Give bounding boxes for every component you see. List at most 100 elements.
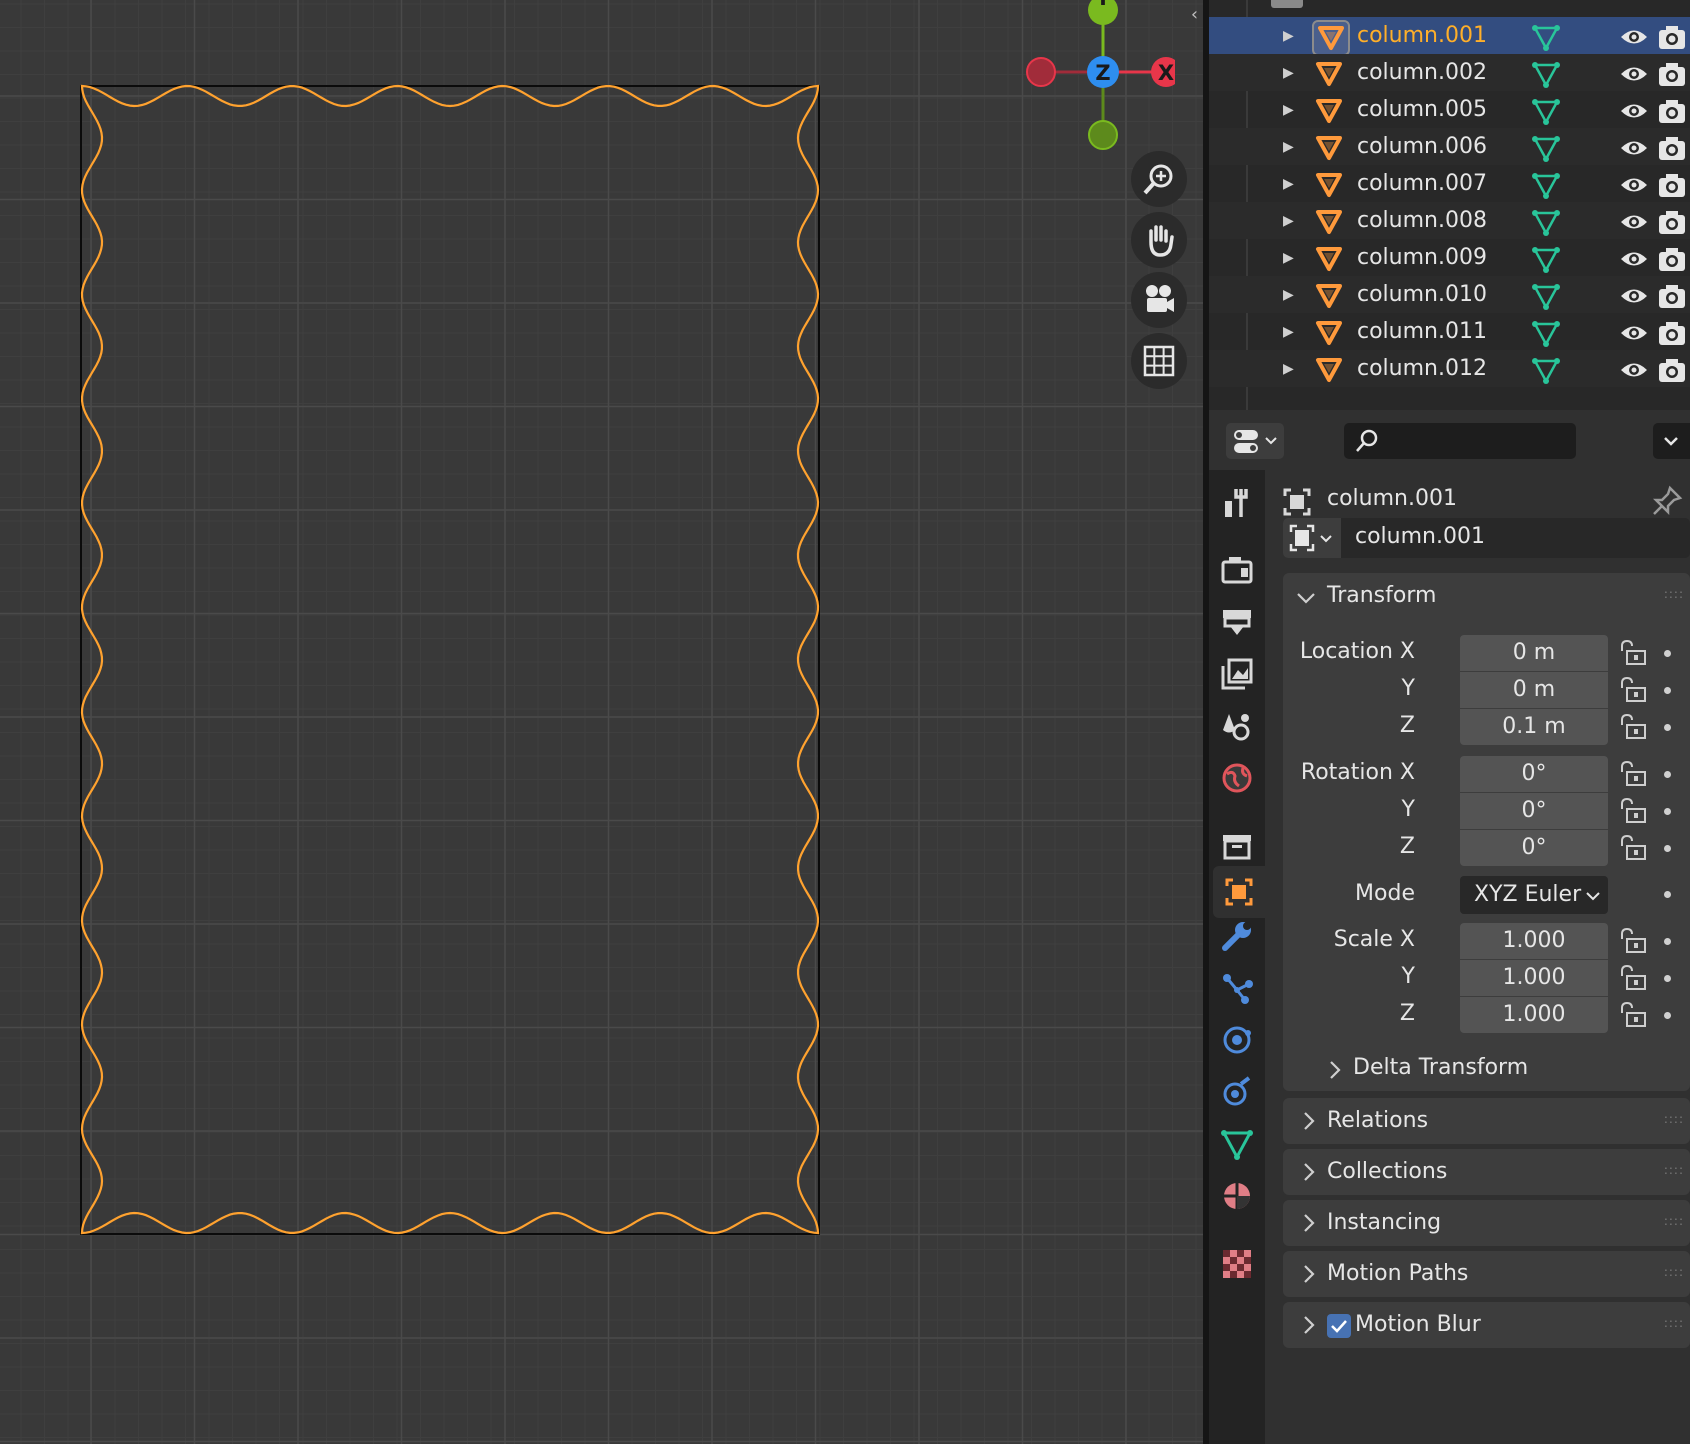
rotation-z-field[interactable]: 0° — [1460, 830, 1608, 866]
outliner-row[interactable]: ▶ column.011 — [1209, 313, 1690, 350]
eye-visibility-icon[interactable] — [1619, 283, 1649, 309]
outliner-item-label[interactable]: column.007 — [1357, 171, 1487, 196]
outliner-row[interactable]: ▶ column.008 — [1209, 202, 1690, 239]
outliner-item-label[interactable]: column.008 — [1357, 208, 1487, 233]
eye-visibility-icon[interactable] — [1619, 135, 1649, 161]
zoom-button[interactable] — [1131, 151, 1187, 207]
panel-grip-icon[interactable]: :::: — [1664, 1163, 1684, 1177]
pin-icon[interactable] — [1650, 484, 1684, 518]
mesh-object-icon[interactable] — [1314, 356, 1344, 384]
keyframe-dot[interactable] — [1664, 771, 1671, 778]
ortho-toggle-button[interactable] — [1131, 333, 1187, 389]
outliner-row[interactable]: ▶ column.012 — [1209, 350, 1690, 387]
mesh-object-icon[interactable] — [1314, 171, 1344, 199]
keyframe-dot[interactable] — [1664, 938, 1671, 945]
outliner-item-label[interactable]: column.001 — [1357, 23, 1487, 48]
location-x-field[interactable]: 0 m — [1460, 635, 1608, 671]
outliner-row[interactable]: ▶ column.001 — [1209, 17, 1690, 56]
properties-options-dropdown[interactable] — [1653, 423, 1690, 459]
gizmo-neg-x-axis[interactable] — [1026, 57, 1056, 87]
tab-texture[interactable] — [1219, 1246, 1255, 1282]
mesh-object-icon[interactable] — [1314, 134, 1344, 162]
mesh-data-icon[interactable] — [1531, 23, 1561, 51]
tab-material[interactable] — [1219, 1178, 1255, 1214]
outliner[interactable]: ▼ columns ▶ column.001 ▶ column.002 ▶ column.… — [1209, 0, 1690, 410]
navigation-gizmo[interactable]: Y X Z — [1015, 0, 1175, 160]
keyframe-dot[interactable] — [1664, 687, 1671, 694]
tab-constraints[interactable] — [1219, 1074, 1255, 1110]
rotation-x-field[interactable]: 0° — [1460, 756, 1608, 792]
camera-render-icon[interactable] — [1657, 171, 1687, 199]
outliner-collection-row[interactable]: ▼ columns — [1209, 0, 1690, 16]
mesh-data-icon[interactable] — [1531, 134, 1561, 162]
object-browse-button[interactable] — [1283, 518, 1341, 558]
lock-icon[interactable] — [1618, 1001, 1648, 1029]
camera-view-button[interactable] — [1131, 272, 1187, 328]
keyframe-dot[interactable] — [1664, 808, 1671, 815]
tab-collection[interactable] — [1219, 828, 1255, 864]
keyframe-dot[interactable] — [1664, 891, 1671, 898]
expand-triangle-icon[interactable]: ▶ — [1283, 28, 1294, 44]
mesh-data-icon[interactable] — [1531, 245, 1561, 273]
scale-z-field[interactable]: 1.000 — [1460, 997, 1608, 1033]
camera-render-icon[interactable] — [1657, 97, 1687, 125]
editor-type-button[interactable] — [1226, 423, 1284, 459]
mesh-data-icon[interactable] — [1531, 97, 1561, 125]
eye-visibility-icon[interactable] — [1619, 209, 1649, 235]
lock-icon[interactable] — [1618, 676, 1648, 704]
tab-object[interactable] — [1213, 866, 1265, 918]
eye-visibility-icon[interactable] — [1619, 61, 1649, 87]
eye-visibility-icon[interactable] — [1619, 320, 1649, 346]
keyframe-dot[interactable] — [1664, 1012, 1671, 1019]
tab-render[interactable] — [1219, 552, 1255, 588]
outliner-item-label[interactable]: column.012 — [1357, 356, 1487, 381]
panel-collections[interactable]: Collections:::: — [1283, 1149, 1690, 1195]
tab-modifiers[interactable] — [1219, 918, 1255, 954]
outliner-row[interactable]: ▶ column.009 — [1209, 239, 1690, 276]
mesh-data-icon[interactable] — [1531, 319, 1561, 347]
mesh-object-icon[interactable] — [1314, 282, 1344, 310]
panel-motion-paths[interactable]: Motion Paths:::: — [1283, 1251, 1690, 1297]
eye-visibility-icon[interactable] — [1619, 357, 1649, 383]
gizmo-neg-y-axis[interactable] — [1088, 120, 1118, 150]
delta-transform-subpanel[interactable]: Delta Transform — [1313, 1049, 1690, 1089]
panel-grip-icon[interactable]: :::: — [1664, 1112, 1684, 1126]
outliner-item-label[interactable]: column.002 — [1357, 60, 1487, 85]
lock-icon[interactable] — [1618, 713, 1648, 741]
keyframe-dot[interactable] — [1664, 724, 1671, 731]
outliner-item-label[interactable]: column.010 — [1357, 282, 1487, 307]
tab-view-layer[interactable] — [1219, 656, 1255, 692]
keyframe-dot[interactable] — [1664, 650, 1671, 657]
outliner-row[interactable]: ▶ column.005 — [1209, 91, 1690, 128]
mesh-object-icon[interactable] — [1312, 20, 1350, 56]
lock-icon[interactable] — [1618, 760, 1648, 788]
camera-render-icon[interactable] — [1657, 319, 1687, 347]
lock-icon[interactable] — [1618, 834, 1648, 862]
outliner-item-label[interactable]: column.005 — [1357, 97, 1487, 122]
lock-icon[interactable] — [1618, 797, 1648, 825]
expand-triangle-icon[interactable]: ▶ — [1283, 250, 1294, 266]
camera-render-icon[interactable] — [1657, 245, 1687, 273]
mesh-data-icon[interactable] — [1531, 171, 1561, 199]
expand-triangle-icon[interactable]: ▶ — [1283, 176, 1294, 192]
camera-render-icon[interactable] — [1657, 356, 1687, 384]
tab-physics[interactable] — [1219, 1022, 1255, 1058]
mesh-data-icon[interactable] — [1531, 208, 1561, 236]
location-z-field[interactable]: 0.1 m — [1460, 709, 1608, 745]
tab-output[interactable] — [1219, 604, 1255, 640]
camera-render-icon[interactable] — [1657, 208, 1687, 236]
eye-visibility-icon[interactable] — [1619, 172, 1649, 198]
outliner-row[interactable]: ▶ column.002 — [1209, 54, 1690, 91]
mesh-data-icon[interactable] — [1531, 60, 1561, 88]
panel-grip-icon[interactable]: :::: — [1664, 1214, 1684, 1228]
object-name-field[interactable]: column.001 — [1283, 518, 1690, 558]
mesh-object-icon[interactable] — [1314, 319, 1344, 347]
panel-motion-blur[interactable]: Motion Blur:::: — [1283, 1302, 1690, 1348]
outliner-item-label[interactable]: column.009 — [1357, 245, 1487, 270]
scale-y-field[interactable]: 1.000 — [1460, 960, 1608, 996]
expand-triangle-icon[interactable]: ▶ — [1283, 139, 1294, 155]
panel-grip-icon[interactable]: :::: — [1664, 1265, 1684, 1279]
mesh-object-icon[interactable] — [1314, 97, 1344, 125]
3d-viewport[interactable]: Y X Z — [0, 0, 1203, 1444]
location-y-field[interactable]: 0 m — [1460, 672, 1608, 708]
